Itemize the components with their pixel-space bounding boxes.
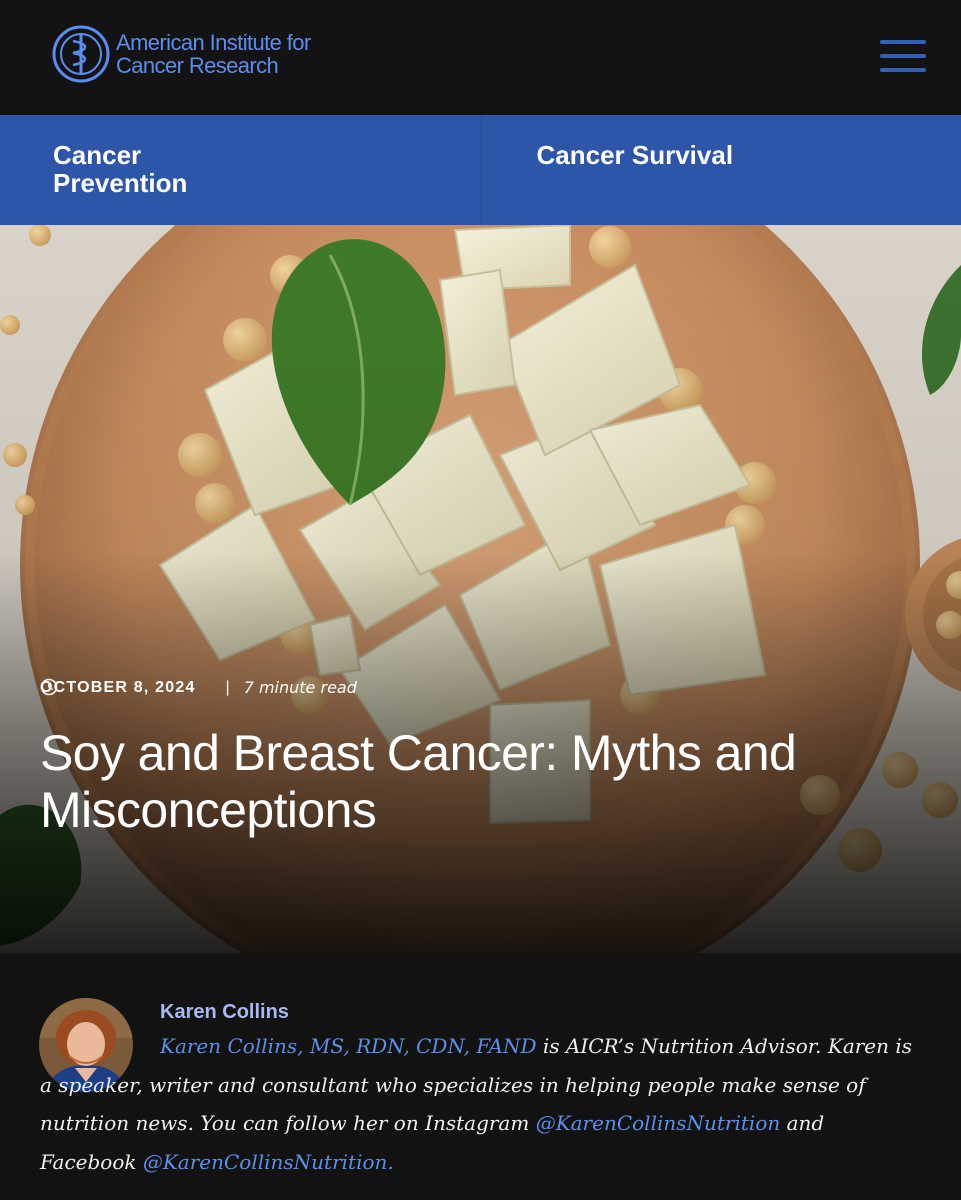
nav-item-label: Cancer Survival xyxy=(536,140,734,170)
logo-wordmark: American Institute for Cancer Research xyxy=(116,31,311,77)
logo-line-1: American Institute for xyxy=(116,30,311,55)
hero-image: OCTOBER 8, 2024 | 7 minute read Soy and … xyxy=(0,225,961,953)
nav-item-cancer-prevention[interactable]: Cancer Prevention xyxy=(0,115,481,225)
site-header: American Institute for Cancer Research xyxy=(0,0,961,115)
publish-date: OCTOBER 8, 2024 xyxy=(40,678,196,696)
article-meta: OCTOBER 8, 2024 | 7 minute read xyxy=(40,678,357,697)
caduceus-logo-icon xyxy=(52,25,110,83)
author-credentials-link[interactable]: Karen Collins, MS, RDN, CDN, FAND xyxy=(160,1034,537,1058)
hamburger-menu-icon[interactable] xyxy=(880,40,926,72)
author-section: Karen Collins Karen Collins, MS, RDN, CD… xyxy=(0,953,961,1200)
author-bio: Karen Collins, MS, RDN, CDN, FAND is AIC… xyxy=(40,1027,920,1181)
clock-icon xyxy=(40,678,58,696)
instagram-link[interactable]: @KarenCollinsNutrition xyxy=(536,1111,781,1135)
facebook-link[interactable]: @KarenCollinsNutrition. xyxy=(143,1150,394,1174)
read-time: 7 minute read xyxy=(243,678,357,697)
article-title: Soy and Breast Cancer: Myths and Misconc… xyxy=(40,725,797,838)
author-name[interactable]: Karen Collins xyxy=(160,1001,289,1024)
primary-nav: Cancer Prevention Cancer Survival xyxy=(0,115,961,225)
hero-gradient-overlay xyxy=(0,225,961,953)
nav-item-cancer-survival[interactable]: Cancer Survival xyxy=(480,115,961,225)
aicr-logo[interactable]: American Institute for Cancer Research xyxy=(52,25,311,83)
logo-line-2: Cancer Research xyxy=(116,53,279,78)
meta-separator: | xyxy=(225,678,230,696)
nav-item-label: Cancer Prevention xyxy=(53,140,188,198)
